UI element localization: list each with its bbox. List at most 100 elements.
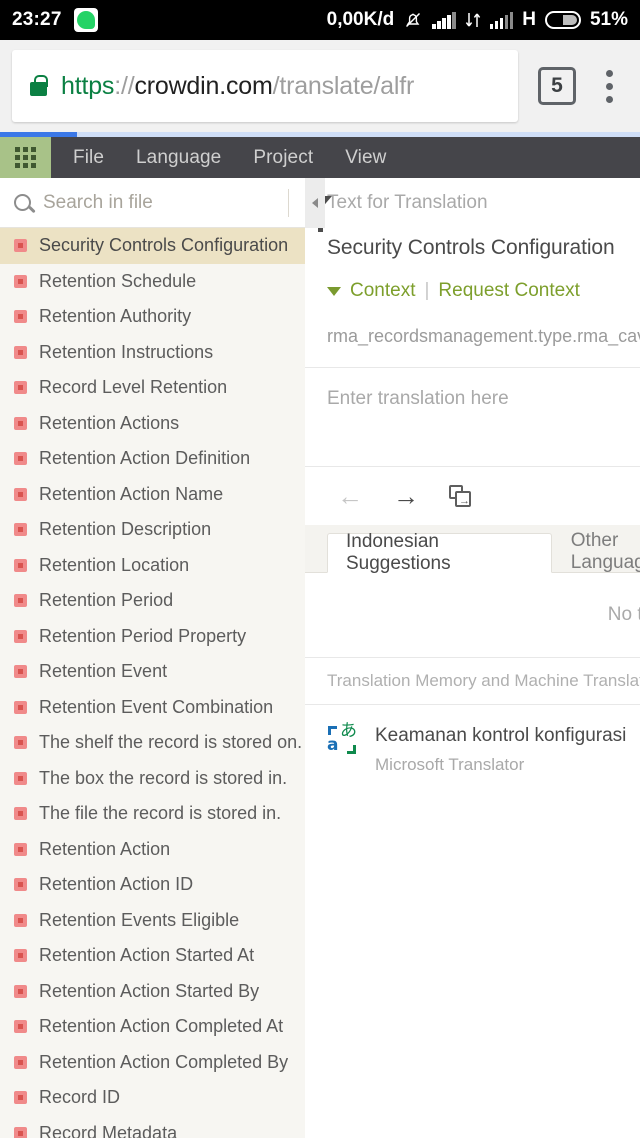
tm-note-text: Translation Memory and Machine Translati… <box>327 671 640 690</box>
request-context-link[interactable]: Request Context <box>438 280 580 302</box>
arrow-right-icon[interactable]: → <box>393 483 419 509</box>
untranslated-status-icon <box>14 594 27 608</box>
apps-grid-icon[interactable] <box>0 137 51 178</box>
string-list-item[interactable]: Retention Instructions <box>0 335 305 371</box>
string-list-item-label: Security Controls Configuration <box>39 235 289 256</box>
string-list-item[interactable]: Security Controls Configuration <box>0 228 305 264</box>
translation-toolbar: ← → → <box>305 467 640 525</box>
strings-sidebar: Security Controls Configuration Retention… <box>0 178 332 1138</box>
string-list-item-label: Retention Action ID <box>39 874 194 895</box>
string-list-item-label: Retention Event <box>39 661 168 682</box>
browser-toolbar: https://crowdin.com/translate/alfr 5 <box>0 40 640 132</box>
string-list-item[interactable]: Retention Event Combination <box>0 690 305 726</box>
string-list-item-label: The box the record is stored in. <box>39 767 288 788</box>
search-input[interactable] <box>31 191 288 214</box>
menu-item-file[interactable]: File <box>73 147 104 169</box>
context-toggle-link[interactable]: Context <box>350 280 415 302</box>
untranslated-status-icon <box>14 1020 27 1034</box>
string-list-item-label: Record Metadata <box>39 1122 178 1138</box>
menu-item-view[interactable]: View <box>345 147 386 169</box>
address-bar[interactable]: https://crowdin.com/translate/alfr <box>12 50 518 122</box>
string-list-item-label: Retention Period <box>39 590 174 611</box>
translation-editor: Text for Translation Security Controls C… <box>305 178 640 1138</box>
string-list-item[interactable]: Record ID <box>0 1080 305 1116</box>
untranslated-status-icon <box>14 700 27 714</box>
string-list-item[interactable]: The box the record is stored in. <box>0 761 305 797</box>
string-list-item[interactable]: Retention Action Started By <box>0 974 305 1010</box>
string-list-item-label: Retention Period Property <box>39 625 247 646</box>
url-path: /translate/alfr <box>272 71 415 100</box>
string-list-item-label: Retention Action Completed By <box>39 1051 289 1072</box>
menu-item-project[interactable]: Project <box>253 147 313 169</box>
string-list-item[interactable]: Retention Action Completed By <box>0 1045 305 1081</box>
tab-indonesian-suggestions[interactable]: Indonesian Suggestions <box>327 531 552 574</box>
string-list-item[interactable]: Retention Event <box>0 654 305 690</box>
search-icon <box>14 194 31 211</box>
section-label: Text for Translation <box>327 192 488 213</box>
string-list-item-label: Retention Description <box>39 519 212 540</box>
string-list-item[interactable]: Retention Action ID <box>0 867 305 903</box>
string-list-item[interactable]: The shelf the record is stored on. <box>0 725 305 761</box>
string-list-item[interactable]: Retention Action Started At <box>0 938 305 974</box>
string-list-item-label: The shelf the record is stored on. <box>39 732 303 753</box>
crowdin-menu-bar: File Language Project View <box>0 137 640 178</box>
url-text: https://crowdin.com/translate/alfr <box>61 72 414 101</box>
tab-other-languages[interactable]: Other Languages <box>552 530 640 573</box>
string-list-item-label: Retention Authority <box>39 306 192 327</box>
tab-counter-button[interactable]: 5 <box>538 67 576 105</box>
signal-bars-icon <box>432 11 456 29</box>
string-list-item[interactable]: Retention Period Property <box>0 619 305 655</box>
string-list-item[interactable]: Retention Location <box>0 548 305 584</box>
context-key-text: rma_recordsmanagement.type.rma_caveatCon… <box>327 326 640 346</box>
source-string: Security Controls Configuration <box>327 236 615 259</box>
battery-percent-label: 51% <box>589 9 628 30</box>
menu-item-language[interactable]: Language <box>136 147 221 169</box>
search-bar <box>0 178 332 232</box>
string-list-item-label: Retention Instructions <box>39 341 214 362</box>
string-list-item[interactable]: Retention Authority <box>0 299 305 335</box>
strings-list[interactable]: Security Controls Configuration Retention… <box>0 228 305 1138</box>
string-list-item[interactable]: The file the record is stored in. <box>0 796 305 832</box>
collapse-sidebar-button[interactable] <box>305 178 325 228</box>
untranslated-status-icon <box>14 1091 27 1105</box>
string-list-item[interactable]: Retention Schedule <box>0 264 305 300</box>
string-list-item[interactable]: Record Metadata <box>0 1116 305 1138</box>
string-list-item[interactable]: Retention Actions <box>0 406 305 442</box>
string-list-item[interactable]: Retention Period <box>0 583 305 619</box>
suggestion-item[interactable]: あa Keamanan kontrol konfigurasi Microsof… <box>305 705 640 775</box>
string-list-item[interactable]: Retention Action Definition <box>0 441 305 477</box>
untranslated-status-icon <box>14 984 27 998</box>
kebab-menu-icon[interactable] <box>590 69 628 103</box>
translation-input-area[interactable]: Enter translation here <box>305 368 640 466</box>
untranslated-status-icon <box>14 842 27 856</box>
untranslated-status-icon <box>14 416 27 430</box>
string-list-item[interactable]: Retention Events Eligible <box>0 903 305 939</box>
suggestion-text: Keamanan kontrol konfigurasi <box>375 725 627 746</box>
signal-bars-secondary-icon <box>489 11 514 29</box>
url-host: crowdin.com <box>134 71 273 100</box>
untranslated-status-icon <box>14 310 27 324</box>
lock-icon <box>30 74 48 96</box>
string-list-item-label: Record ID <box>39 1087 121 1108</box>
microsoft-translator-icon: あa <box>327 721 357 755</box>
no-translation-message: No translation <box>607 604 640 625</box>
string-list-item-label: Retention Action Completed At <box>39 1016 284 1037</box>
context-row: Context | Request Context <box>327 280 640 302</box>
copy-source-icon[interactable]: → <box>449 484 472 508</box>
arrow-left-icon[interactable]: ← <box>337 483 363 509</box>
string-list-item[interactable]: Retention Description <box>0 512 305 548</box>
string-list-item[interactable]: Retention Action Completed At <box>0 1009 305 1045</box>
string-list-item[interactable]: Retention Action Name <box>0 477 305 513</box>
untranslated-status-icon <box>14 878 27 892</box>
untranslated-status-icon <box>14 274 27 288</box>
string-list-item-label: Retention Action Definition <box>39 448 251 469</box>
string-list-item[interactable]: Retention Action <box>0 832 305 868</box>
android-status-bar: 23:27 0,00K/d H 51% <box>0 0 640 40</box>
source-section: Text for Translation Security Controls C… <box>305 178 640 367</box>
caret-down-icon[interactable] <box>327 286 341 296</box>
string-list-item[interactable]: Record Level Retention <box>0 370 305 406</box>
context-divider: | <box>424 280 430 301</box>
phone-screenshot: 23:27 0,00K/d H 51% https://crowdin.com/… <box>0 0 640 1138</box>
string-list-item-label: Retention Events Eligible <box>39 909 240 930</box>
untranslated-status-icon <box>14 665 27 679</box>
